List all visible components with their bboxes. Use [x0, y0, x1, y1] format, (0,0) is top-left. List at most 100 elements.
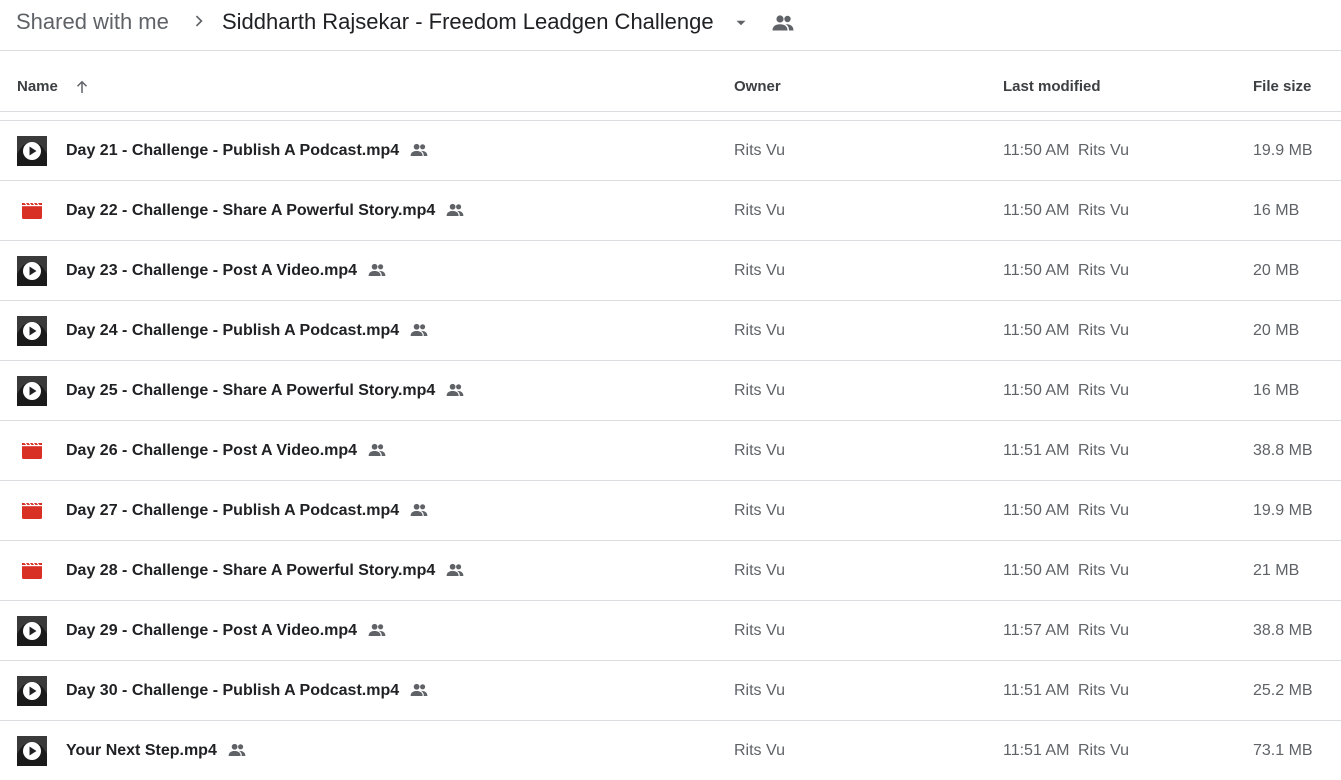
- file-owner: Rits Vu: [734, 202, 785, 219]
- file-row[interactable]: Day 27 - Challenge - Publish A Podcast.m…: [0, 480, 1341, 540]
- breadcrumb-current-folder[interactable]: Siddharth Rajsekar - Freedom Leadgen Cha…: [222, 8, 714, 36]
- video-thumbnail-icon: [17, 256, 47, 286]
- file-row[interactable]: Day 23 - Challenge - Post A Video.mp4 Ri…: [0, 240, 1341, 300]
- arrow-up-sort-icon[interactable]: [73, 78, 91, 96]
- file-row[interactable]: Day 22 - Challenge - Share A Powerful St…: [0, 180, 1341, 240]
- file-size: 20 MB: [1253, 322, 1300, 339]
- file-modified-time: 11:50 AM: [1003, 502, 1070, 519]
- file-size: 73.1 MB: [1253, 742, 1313, 759]
- file-name: Day 30 - Challenge - Publish A Podcast.m…: [66, 682, 400, 699]
- breadcrumb-root-link[interactable]: Shared with me: [16, 8, 169, 36]
- file-row[interactable]: Day 28 - Challenge - Share A Powerful St…: [0, 540, 1341, 600]
- chevron-right-icon: [195, 15, 203, 27]
- file-modified-by: Rits Vu: [1078, 322, 1129, 339]
- video-thumbnail-icon: [17, 136, 47, 166]
- file-modified-by: Rits Vu: [1078, 742, 1129, 759]
- shared-people-icon: [368, 263, 386, 276]
- shared-people-icon: [228, 743, 246, 756]
- file-modified-time: 11:57 AM: [1003, 622, 1070, 639]
- breadcrumb: Shared with me Siddharth Rajsekar - Free…: [0, 0, 1341, 51]
- shared-people-icon: [446, 383, 464, 396]
- shared-people-icon: [410, 683, 428, 696]
- video-file-icon: [22, 562, 42, 579]
- file-size: 20 MB: [1253, 262, 1300, 279]
- file-name: Day 23 - Challenge - Post A Video.mp4: [66, 262, 358, 279]
- shared-people-icon: [410, 503, 428, 516]
- video-thumbnail-icon: [17, 316, 47, 346]
- file-modified-by: Rits Vu: [1078, 442, 1129, 459]
- file-row[interactable]: Day 21 - Challenge - Publish A Podcast.m…: [0, 120, 1341, 180]
- file-owner: Rits Vu: [734, 442, 785, 459]
- file-row[interactable]: Your Next Step.mp4 Rits Vu 11:51 AM Rits…: [0, 720, 1341, 780]
- shared-people-icon: [368, 443, 386, 456]
- file-row[interactable]: Day 26 - Challenge - Post A Video.mp4 Ri…: [0, 420, 1341, 480]
- video-file-icon: [22, 202, 42, 219]
- file-owner: Rits Vu: [734, 382, 785, 399]
- column-header-owner[interactable]: Owner: [734, 78, 781, 95]
- file-size: 19.9 MB: [1253, 502, 1313, 519]
- file-row[interactable]: Day 30 - Challenge - Publish A Podcast.m…: [0, 660, 1341, 720]
- file-row[interactable]: Day 25 - Challenge - Share A Powerful St…: [0, 360, 1341, 420]
- file-owner: Rits Vu: [734, 262, 785, 279]
- column-header-name[interactable]: Name: [17, 78, 58, 95]
- shared-people-icon: [772, 15, 794, 31]
- file-modified-by: Rits Vu: [1078, 262, 1129, 279]
- file-name-cell: Day 25 - Challenge - Share A Powerful St…: [66, 381, 465, 401]
- file-size: 19.9 MB: [1253, 142, 1313, 159]
- file-name-cell: Day 21 - Challenge - Publish A Podcast.m…: [66, 141, 429, 161]
- file-name: Day 24 - Challenge - Publish A Podcast.m…: [66, 322, 400, 339]
- file-modified-by: Rits Vu: [1078, 682, 1129, 699]
- file-name-cell: Day 23 - Challenge - Post A Video.mp4: [66, 261, 387, 281]
- file-name-cell: Day 22 - Challenge - Share A Powerful St…: [66, 201, 465, 221]
- file-size: 16 MB: [1253, 382, 1300, 399]
- file-modified-by: Rits Vu: [1078, 502, 1129, 519]
- file-name-cell: Day 29 - Challenge - Post A Video.mp4: [66, 621, 387, 641]
- video-thumbnail-icon: [17, 616, 47, 646]
- file-size: 38.8 MB: [1253, 622, 1313, 639]
- shared-people-icon: [446, 563, 464, 576]
- file-name: Day 28 - Challenge - Share A Powerful St…: [66, 562, 436, 579]
- shared-people-icon: [446, 203, 464, 216]
- file-modified-time: 11:50 AM: [1003, 322, 1070, 339]
- file-name-cell: Day 24 - Challenge - Publish A Podcast.m…: [66, 321, 429, 341]
- file-modified-time: 11:51 AM: [1003, 742, 1070, 759]
- file-modified-by: Rits Vu: [1078, 142, 1129, 159]
- file-modified-time: 11:50 AM: [1003, 382, 1070, 399]
- file-name-cell: Day 28 - Challenge - Share A Powerful St…: [66, 561, 465, 581]
- shared-people-icon: [410, 323, 428, 336]
- file-owner: Rits Vu: [734, 142, 785, 159]
- column-header-file-size[interactable]: File size: [1253, 78, 1311, 95]
- file-modified-by: Rits Vu: [1078, 202, 1129, 219]
- file-name: Day 21 - Challenge - Publish A Podcast.m…: [66, 142, 400, 159]
- file-row[interactable]: Day 24 - Challenge - Publish A Podcast.m…: [0, 300, 1341, 360]
- file-name: Your Next Step.mp4: [66, 742, 217, 759]
- file-name: Day 22 - Challenge - Share A Powerful St…: [66, 202, 436, 219]
- shared-people-icon: [410, 143, 428, 156]
- video-file-icon: [22, 502, 42, 519]
- file-name-cell: Day 30 - Challenge - Publish A Podcast.m…: [66, 681, 429, 701]
- file-size: 25.2 MB: [1253, 682, 1313, 699]
- file-owner: Rits Vu: [734, 682, 785, 699]
- file-modified-time: 11:50 AM: [1003, 202, 1070, 219]
- column-header-last-modified[interactable]: Last modified: [1003, 78, 1101, 95]
- file-size: 21 MB: [1253, 562, 1300, 579]
- file-name: Day 29 - Challenge - Post A Video.mp4: [66, 622, 358, 639]
- file-owner: Rits Vu: [734, 322, 785, 339]
- video-thumbnail-icon: [17, 376, 47, 406]
- file-size: 38.8 MB: [1253, 442, 1313, 459]
- file-modified-time: 11:51 AM: [1003, 682, 1070, 699]
- file-modified-by: Rits Vu: [1078, 562, 1129, 579]
- column-header-row: Name Owner Last modified File size: [0, 51, 1341, 112]
- file-name: Day 25 - Challenge - Share A Powerful St…: [66, 382, 436, 399]
- file-name: Day 26 - Challenge - Post A Video.mp4: [66, 442, 358, 459]
- file-modified-time: 11:51 AM: [1003, 442, 1070, 459]
- file-modified-by: Rits Vu: [1078, 622, 1129, 639]
- video-thumbnail-icon: [17, 676, 47, 706]
- video-thumbnail-icon: [17, 736, 47, 766]
- file-owner: Rits Vu: [734, 502, 785, 519]
- file-owner: Rits Vu: [734, 742, 785, 759]
- file-name-cell: Day 26 - Challenge - Post A Video.mp4: [66, 441, 387, 461]
- file-modified-time: 11:50 AM: [1003, 562, 1070, 579]
- file-row[interactable]: Day 29 - Challenge - Post A Video.mp4 Ri…: [0, 600, 1341, 660]
- caret-down-icon[interactable]: [732, 14, 750, 32]
